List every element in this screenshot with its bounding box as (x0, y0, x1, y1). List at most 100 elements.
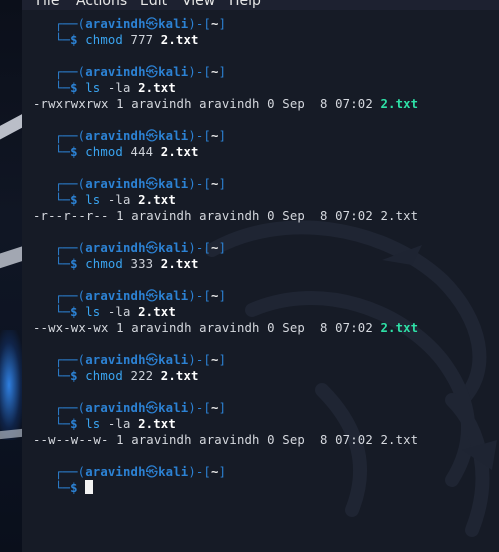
prompt-bracket: ┌──( (55, 241, 86, 255)
prompt-dollar: $ (70, 305, 86, 319)
command-line: └─$ chmod 333 2.txt (55, 256, 199, 272)
prompt-header: ┌──(aravindh㉿kali)-[~] (55, 16, 226, 32)
prompt-bracket: )-[ (188, 65, 211, 79)
command-name: ls (85, 305, 101, 319)
kali-at-icon: ㉿ (145, 465, 159, 479)
permission-listing: -r--r--r-- 1 aravindh aravindh 0 Sep 8 0… (33, 209, 381, 223)
prompt-dollar: $ (70, 145, 86, 159)
command-args: -la (100, 193, 139, 207)
prompt-user: aravindh (85, 129, 146, 143)
prompt-user: aravindh (85, 401, 146, 415)
prompt-user: aravindh (85, 289, 146, 303)
prompt-bracket: ] (218, 401, 227, 415)
prompt-bracket: ┌──( (55, 465, 86, 479)
prompt-path: ~ (211, 177, 219, 191)
command-file: 2.txt (160, 257, 199, 271)
command-args: 444 (123, 145, 161, 159)
prompt-bracket: )-[ (188, 241, 211, 255)
prompt-dollar: $ (70, 81, 86, 95)
command-args: 777 (123, 33, 161, 47)
command-name: ls (85, 193, 101, 207)
prompt-path: ~ (211, 17, 219, 31)
prompt-header: ┌──(aravindh㉿kali)-[~] (55, 288, 226, 304)
prompt-bracket: ┌──( (55, 65, 86, 79)
command-file: 2.txt (160, 33, 199, 47)
prompt-host: kali (158, 65, 189, 79)
kali-at-icon: ㉿ (145, 129, 159, 143)
prompt-dollar: $ (70, 193, 86, 207)
command-args: -la (100, 305, 139, 319)
prompt-bracket: └─ (55, 145, 71, 159)
prompt-bracket: ┌──( (55, 177, 86, 191)
prompt-bracket: └─ (55, 33, 71, 47)
prompt-host: kali (158, 289, 189, 303)
prompt-bracket: ] (218, 65, 227, 79)
listing-filename: 2.txt (380, 209, 419, 223)
command-line: └─$ ls -la 2.txt (55, 80, 176, 96)
prompt-bracket: )-[ (188, 401, 211, 415)
prompt-bracket: └─ (55, 305, 71, 319)
prompt-bracket: └─ (55, 257, 71, 271)
listing-filename: 2.txt (380, 321, 419, 335)
prompt-dollar: $ (70, 257, 86, 271)
menu-help[interactable]: Help (229, 0, 261, 9)
prompt-user: aravindh (85, 17, 146, 31)
terminal-menu-bar: File Actions Edit View Help (22, 0, 499, 10)
command-name: chmod (85, 33, 123, 47)
command-line: └─$ chmod 222 2.txt (55, 368, 199, 384)
command-line: └─$ ls -la 2.txt (55, 416, 176, 432)
menu-file[interactable]: File (36, 0, 59, 9)
desktop-background (0, 0, 22, 552)
prompt-dollar: $ (70, 481, 86, 495)
command-name: chmod (85, 369, 123, 383)
ls-output-row: -rwxrwxrwx 1 aravindh aravindh 0 Sep 8 0… (33, 96, 418, 112)
menu-actions[interactable]: Actions (76, 0, 127, 9)
prompt-bracket: └─ (55, 417, 71, 431)
prompt-bracket: ] (218, 289, 227, 303)
prompt-dollar: $ (70, 417, 86, 431)
prompt-path: ~ (211, 465, 219, 479)
prompt-bracket: └─ (55, 81, 71, 95)
prompt-dollar: $ (70, 33, 86, 47)
kali-at-icon: ㉿ (145, 65, 159, 79)
permission-listing: -rwxrwxrwx 1 aravindh aravindh 0 Sep 8 0… (33, 97, 381, 111)
prompt-header: ┌──(aravindh㉿kali)-[~] (55, 64, 226, 80)
command-line: └─$ chmod 777 2.txt (55, 32, 199, 48)
prompt-path: ~ (211, 129, 219, 143)
menu-edit[interactable]: Edit (140, 0, 167, 9)
prompt-header: ┌──(aravindh㉿kali)-[~] (55, 240, 226, 256)
command-name: ls (85, 417, 101, 431)
command-file: 2.txt (160, 145, 199, 159)
active-command-line: └─$ (55, 480, 94, 496)
prompt-bracket: ┌──( (55, 401, 86, 415)
prompt-user: aravindh (85, 465, 146, 479)
prompt-bracket: )-[ (188, 289, 211, 303)
terminal-cursor[interactable] (85, 480, 94, 494)
command-args: 222 (123, 369, 161, 383)
prompt-host: kali (158, 353, 189, 367)
prompt-host: kali (158, 177, 189, 191)
prompt-bracket: ┌──( (55, 353, 86, 367)
command-args: -la (100, 417, 139, 431)
terminal-window[interactable]: ┌──(aravindh㉿kali)-[~] └─$ chmod 777 2.tx… (22, 10, 499, 552)
command-line: └─$ ls -la 2.txt (55, 304, 176, 320)
menu-view[interactable]: View (182, 0, 215, 9)
ls-output-row: --wx-wx-wx 1 aravindh aravindh 0 Sep 8 0… (33, 320, 418, 336)
prompt-path: ~ (211, 289, 219, 303)
prompt-path: ~ (211, 65, 219, 79)
prompt-bracket: ┌──( (55, 17, 86, 31)
command-name: chmod (85, 257, 123, 271)
kali-at-icon: ㉿ (145, 241, 159, 255)
kali-at-icon: ㉿ (145, 401, 159, 415)
kali-at-icon: ㉿ (145, 353, 159, 367)
prompt-bracket: )-[ (188, 17, 211, 31)
command-line: └─$ chmod 444 2.txt (55, 144, 199, 160)
prompt-bracket: └─ (55, 193, 71, 207)
prompt-bracket: )-[ (188, 129, 211, 143)
prompt-bracket: )-[ (188, 465, 211, 479)
prompt-bracket: ] (218, 465, 227, 479)
command-name: chmod (85, 145, 123, 159)
kali-at-icon: ㉿ (145, 17, 159, 31)
permission-listing: --wx-wx-wx 1 aravindh aravindh 0 Sep 8 0… (33, 321, 381, 335)
prompt-bracket: └─ (55, 481, 71, 495)
